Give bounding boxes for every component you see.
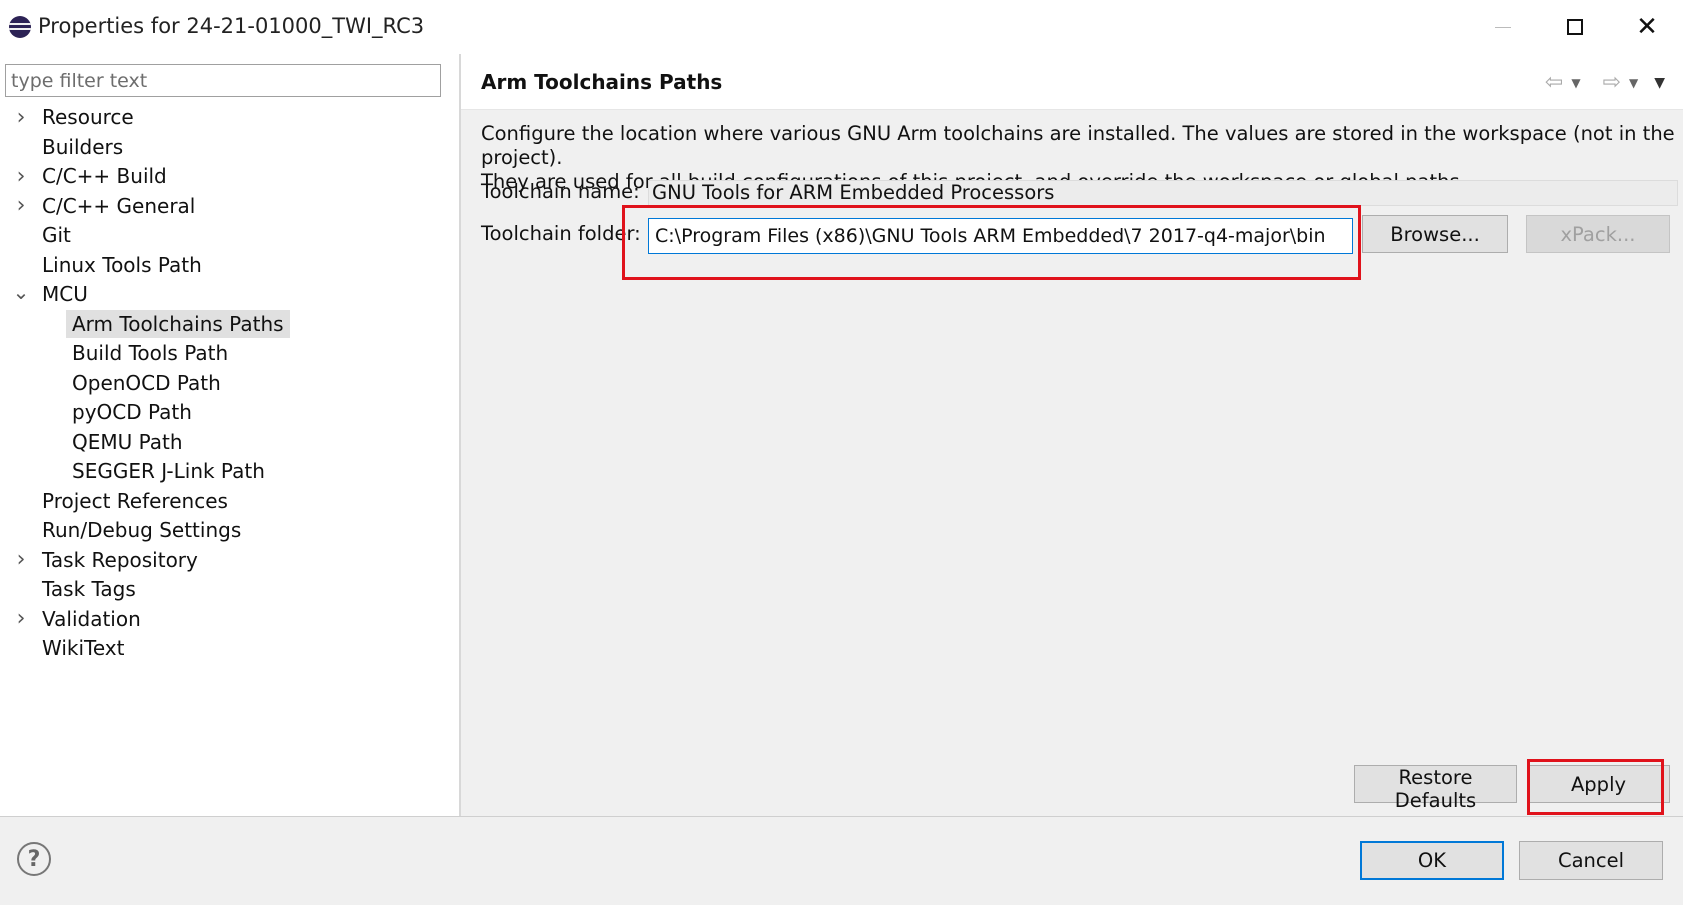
back-dropdown-icon[interactable]: ▼ — [1571, 76, 1580, 90]
tree-item-label: Build Tools Path — [72, 341, 229, 365]
minimize-icon — [1495, 26, 1511, 28]
tree-item[interactable]: Linux Tools Path — [0, 251, 459, 279]
tree-item-label: WikiText — [42, 636, 125, 660]
dialog-footer: ? OK Cancel — [0, 817, 1683, 905]
tree-item-label: MCU — [42, 282, 88, 306]
chevron-down-icon[interactable]: ⌄ — [13, 280, 30, 308]
tree-item-label: Builders — [42, 134, 124, 159]
close-icon: ✕ — [1636, 12, 1658, 42]
tree-item[interactable]: OpenOCD Path — [0, 369, 459, 397]
tree-item-label: Arm Toolchains Paths — [66, 309, 290, 338]
tree-item[interactable]: Project References — [0, 487, 459, 515]
tree-item-label: pyOCD Path — [72, 400, 192, 424]
tree-item[interactable]: › C/C++ General — [0, 192, 459, 220]
ok-button[interactable]: OK — [1360, 841, 1504, 880]
apply-button[interactable]: Apply — [1527, 765, 1670, 803]
forward-dropdown-icon[interactable]: ▼ — [1629, 76, 1638, 90]
xpack-button[interactable]: xPack... — [1526, 215, 1670, 253]
tree-item[interactable]: SEGGER J-Link Path — [0, 457, 459, 485]
tree-item[interactable]: › Task Repository — [0, 546, 459, 574]
navigation-pane: › Resource Builders › C/C++ Build › C/C++ Gene… — [0, 54, 459, 816]
filter-input[interactable] — [5, 64, 441, 97]
cancel-button[interactable]: Cancel — [1519, 841, 1663, 880]
page-header: Arm Toolchains Paths ⇦ ▼ ⇨ ▼ ▼ — [461, 54, 1683, 110]
view-menu-icon[interactable]: ▼ — [1654, 75, 1665, 91]
tree-item-label: Task Repository — [42, 547, 198, 572]
chevron-right-icon[interactable]: › — [14, 192, 28, 220]
tree-item[interactable]: Builders — [0, 133, 459, 161]
eclipse-icon — [9, 16, 31, 38]
page-nav: ⇦ ▼ ⇨ ▼ ▼ — [1545, 70, 1665, 95]
maximize-icon — [1567, 19, 1583, 35]
tree-item-label: Run/Debug Settings — [42, 518, 242, 542]
chevron-right-icon[interactable]: › — [14, 605, 28, 633]
tree-item[interactable]: QEMU Path — [0, 428, 459, 456]
property-page: Arm Toolchains Paths ⇦ ▼ ⇨ ▼ ▼ Configure… — [461, 54, 1683, 816]
tree-item[interactable]: Task Tags — [0, 575, 459, 603]
minimize-button[interactable] — [1473, 6, 1533, 48]
tree-item[interactable]: › Resource — [0, 103, 459, 131]
toolchain-name-field: GNU Tools for ARM Embedded Processors — [648, 180, 1678, 206]
tree-item-label: Resource — [42, 105, 134, 129]
window-title: Properties for 24-21-01000_TWI_RC3 — [38, 14, 425, 38]
tree-item-label: Task Tags — [42, 577, 136, 601]
tree-item[interactable]: › C/C++ Build — [0, 162, 459, 190]
chevron-right-icon[interactable]: › — [14, 162, 28, 190]
description-line: Configure the location where various GNU… — [481, 122, 1675, 169]
tree-item-label: OpenOCD Path — [72, 370, 221, 395]
title-bar: Properties for 24-21-01000_TWI_RC3 ✕ — [0, 0, 1683, 54]
tree-item[interactable]: WikiText — [0, 634, 459, 662]
tree-item[interactable]: Arm Toolchains Paths — [0, 309, 459, 338]
tree-item[interactable]: Run/Debug Settings — [0, 516, 459, 544]
chevron-right-icon[interactable]: › — [14, 546, 28, 574]
tree-item-label: Git — [42, 223, 71, 247]
tree-item[interactable]: pyOCD Path — [0, 398, 459, 426]
chevron-right-icon[interactable]: › — [14, 103, 28, 131]
tree-item-label: QEMU Path — [72, 429, 183, 454]
back-arrow-icon[interactable]: ⇦ — [1545, 70, 1563, 95]
page-title: Arm Toolchains Paths — [481, 70, 723, 94]
tree-item-label: C/C++ Build — [42, 164, 167, 188]
tree-item[interactable]: ⌄ MCU — [0, 280, 459, 308]
toolchain-folder-input[interactable] — [648, 218, 1353, 254]
tree-item-label: C/C++ General — [42, 193, 196, 218]
forward-arrow-icon[interactable]: ⇨ — [1603, 70, 1621, 95]
toolchain-folder-label: Toolchain folder: — [481, 222, 641, 245]
tree-item[interactable]: Build Tools Path — [0, 339, 459, 367]
tree-item[interactable]: › Validation — [0, 605, 459, 633]
tree-item-label: Validation — [42, 606, 141, 631]
close-button[interactable]: ✕ — [1617, 6, 1677, 48]
tree-item-label: SEGGER J-Link Path — [72, 459, 265, 483]
tree-item-label: Project References — [42, 488, 228, 513]
restore-defaults-button[interactable]: Restore Defaults — [1354, 765, 1517, 812]
maximize-button[interactable] — [1545, 6, 1605, 48]
browse-button[interactable]: Browse... — [1362, 215, 1508, 253]
tree-item-label: Linux Tools Path — [42, 252, 202, 277]
tree-item[interactable]: Git — [0, 221, 459, 249]
toolchain-name-label: Toolchain name: — [481, 180, 640, 203]
help-icon[interactable]: ? — [17, 842, 51, 876]
